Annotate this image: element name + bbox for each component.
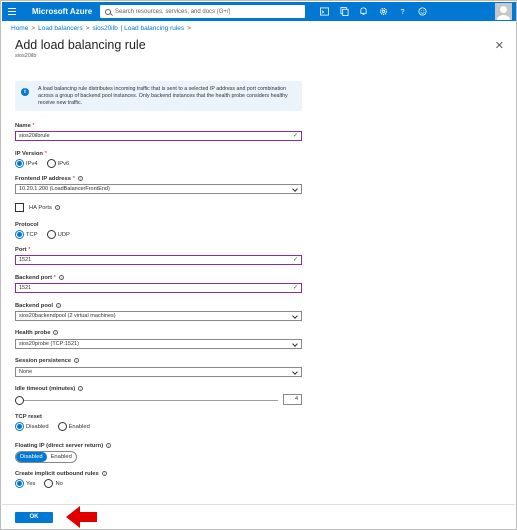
breadcrumb: Home > Load balancers > sios20ilb | Load…	[11, 25, 191, 32]
info-text: A load balancing rule distributes incomi…	[38, 86, 288, 106]
search-icon	[105, 8, 111, 15]
session-persistence-dropdown[interactable]: None	[15, 367, 302, 377]
breadcrumb-rules[interactable]: | Load balancing rules	[121, 25, 184, 32]
breadcrumb-home[interactable]: Home	[11, 25, 28, 32]
feedback-icon[interactable]	[413, 2, 433, 21]
info-icon: i	[53, 330, 59, 335]
tcp-reset-label: TCP reset	[15, 414, 42, 420]
name-value: sios20ilbrule	[19, 133, 50, 139]
outbound-no-radio[interactable]: No	[44, 479, 63, 488]
idle-timeout-label: Idle timeout (minutes) i	[15, 386, 84, 392]
svg-text:?: ?	[401, 7, 405, 16]
page-subtitle: sios20ilb	[15, 53, 37, 59]
chevron-down-icon	[292, 313, 298, 319]
info-icon: i	[56, 303, 62, 308]
search-placeholder: Search resources, services, and docs (G+…	[115, 8, 231, 15]
udp-radio[interactable]: UDP	[46, 230, 70, 239]
valid-check-icon: ✓	[292, 257, 298, 263]
settings-icon[interactable]	[374, 2, 394, 21]
ok-button[interactable]: OK	[15, 512, 53, 523]
info-icon: i	[78, 386, 84, 391]
name-input[interactable]: sios20ilbrule ✓	[15, 131, 302, 141]
brand-title[interactable]: Microsoft Azure	[32, 7, 98, 16]
breadcrumb-lb[interactable]: sios20ilb	[92, 25, 117, 32]
tcp-reset-disabled-radio[interactable]: Disabled	[15, 422, 49, 431]
page-title: Add load balancing rule	[15, 38, 146, 52]
global-search-input[interactable]: Search resources, services, and docs (G+…	[100, 5, 305, 18]
info-icon: i	[21, 88, 29, 96]
info-icon: i	[77, 176, 83, 181]
info-icon: i	[58, 275, 64, 280]
slider-thumb[interactable]	[15, 396, 24, 405]
close-icon[interactable]: ✕	[495, 39, 504, 52]
menu-icon[interactable]	[2, 2, 22, 21]
cloud-shell-icon[interactable]	[315, 2, 335, 21]
floating-disabled-option[interactable]: Disabled	[16, 452, 47, 462]
portal-window: Microsoft Azure Search resources, servic…	[0, 0, 517, 530]
chevron-down-icon	[292, 341, 298, 347]
frontend-ip-dropdown[interactable]: 10.20.1.200 (LoadBalancerFrontEnd)	[15, 184, 302, 194]
info-icon: i	[101, 471, 107, 476]
info-icon: i	[54, 205, 60, 210]
ip-version-label: IP Version *	[15, 151, 47, 157]
breadcrumb-separator: >	[85, 25, 90, 32]
health-probe-dropdown[interactable]: sios20probe (TCP:1521)	[15, 339, 302, 349]
breadcrumb-separator: >	[187, 25, 191, 32]
chevron-down-icon	[292, 369, 298, 375]
backend-pool-value: sios20backendpool (2 virtual machines)	[19, 313, 116, 319]
info-icon: i	[106, 443, 112, 448]
tcp-reset-enabled-radio[interactable]: Enabled	[57, 422, 90, 431]
floating-enabled-option[interactable]: Enabled	[47, 452, 76, 462]
floating-ip-label: Floating IP (direct server return) i	[15, 443, 112, 449]
backend-port-label: Backend port * i	[15, 275, 64, 281]
floating-ip-toggle[interactable]: Disabled Enabled	[15, 451, 77, 463]
health-probe-label: Health probe i	[15, 330, 59, 336]
outbound-rules-label: Create implicit outbound rules i	[15, 471, 107, 477]
idle-timeout-slider[interactable]	[15, 396, 278, 405]
valid-check-icon: ✓	[292, 133, 298, 139]
idle-timeout-input[interactable]: 4	[283, 394, 302, 405]
frontend-ip-label: Frontend IP address * i	[15, 176, 83, 182]
outbound-yes-radio[interactable]: Yes	[15, 479, 35, 488]
notifications-icon[interactable]	[354, 2, 374, 21]
frontend-ip-value: 10.20.1.200 (LoadBalancerFrontEnd)	[19, 186, 110, 192]
top-nav-bar: Microsoft Azure Search resources, servic…	[2, 2, 516, 21]
port-label: Port *	[15, 247, 31, 253]
red-arrow-icon	[66, 506, 97, 528]
breadcrumb-separator: >	[31, 25, 36, 32]
backend-pool-label: Backend pool i	[15, 303, 62, 309]
chevron-down-icon	[292, 186, 298, 192]
directory-filter-icon[interactable]	[335, 2, 355, 21]
help-icon[interactable]: ?	[393, 2, 413, 21]
session-persistence-label: Session persistence i	[15, 358, 80, 364]
session-persistence-value: None	[19, 369, 33, 375]
port-input[interactable]: 1521 ✓	[15, 255, 302, 265]
health-probe-value: sios20probe (TCP:1521)	[19, 341, 79, 347]
ha-ports-checkbox[interactable]: HA Ports i	[15, 203, 60, 212]
breadcrumb-load-balancers[interactable]: Load balancers	[38, 25, 82, 32]
name-label: Name *	[15, 123, 35, 129]
backend-port-input[interactable]: 1521 ✓	[15, 283, 302, 293]
backend-pool-dropdown[interactable]: sios20backendpool (2 virtual machines)	[15, 311, 302, 321]
valid-check-icon: ✓	[292, 285, 298, 291]
ipv4-radio[interactable]: IPv4	[15, 159, 38, 168]
protocol-label: Protocol	[15, 222, 39, 228]
backend-port-value: 1521	[19, 285, 32, 291]
port-value: 1521	[19, 257, 32, 263]
ipv6-radio[interactable]: IPv6	[46, 159, 69, 168]
info-icon: i	[74, 358, 80, 363]
tcp-radio[interactable]: TCP	[15, 230, 38, 239]
avatar[interactable]	[495, 3, 512, 20]
info-banner: i A load balancing rule distributes inco…	[15, 81, 302, 111]
